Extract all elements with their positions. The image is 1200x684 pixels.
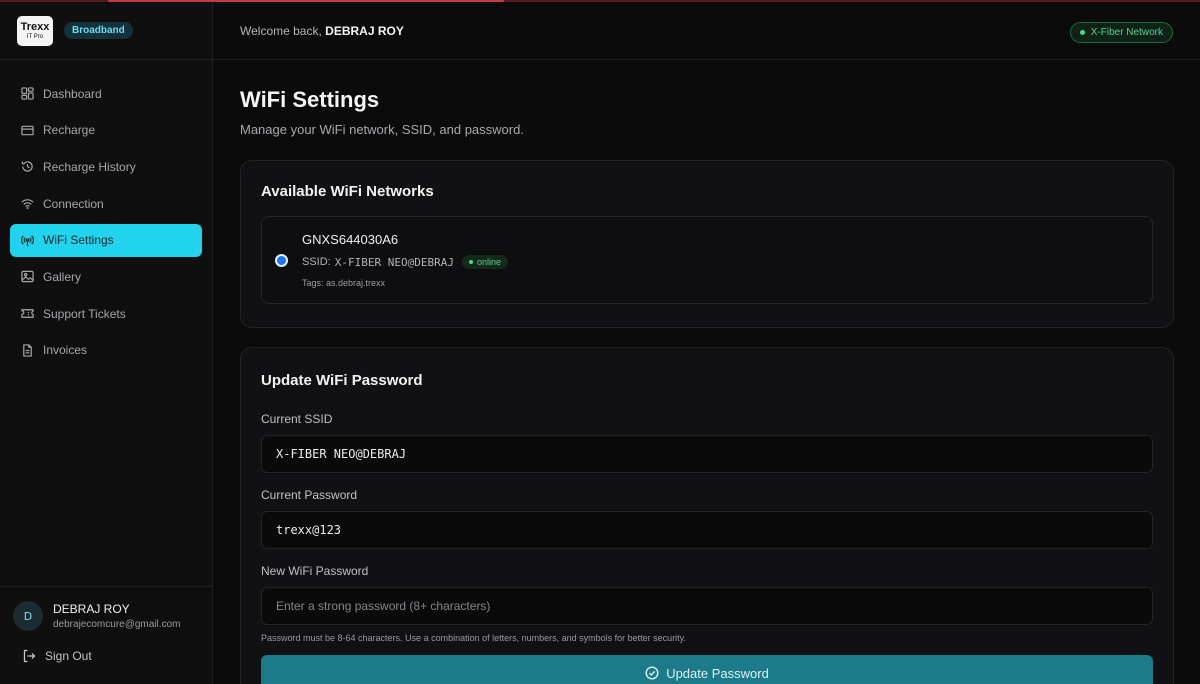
- card-title: Update WiFi Password: [261, 372, 423, 389]
- online-dot-icon: [468, 260, 473, 264]
- sidebar-item-label: Gallery: [43, 269, 82, 284]
- page-title: WiFi Settings: [240, 87, 380, 112]
- sign-out-icon: [23, 649, 36, 663]
- user-profile[interactable]: D DEBRAJ ROY debrajecomcure@gmail.com: [13, 601, 199, 631]
- network-ssid-row: SSID: X-FIBER NEO@DEBRAJ online: [302, 255, 508, 269]
- avatar: D: [13, 601, 43, 631]
- sidebar-item-support-tickets[interactable]: Support Tickets: [10, 297, 202, 330]
- history-icon: [20, 160, 34, 174]
- antenna-icon: [20, 233, 34, 247]
- sign-out-button[interactable]: Sign Out: [13, 649, 199, 663]
- sidebar: Trexx IT Pro Broadband Dashboard Recharg…: [0, 2, 213, 684]
- update-password-label: Update Password: [666, 665, 769, 681]
- update-password-card: Update WiFi Password Current SSID X-FIBE…: [240, 347, 1174, 684]
- network-status-badge: X-Fiber Network: [1069, 22, 1173, 43]
- user-panel: D DEBRAJ ROY debrajecomcure@gmail.com Si…: [0, 586, 212, 684]
- network-list-item[interactable]: GNXS644030A6 SSID: X-FIBER NEO@DEBRAJ on…: [261, 216, 1153, 304]
- welcome-message: Welcome back, DEBRAJ ROY: [240, 24, 404, 38]
- new-password-label: New WiFi Password: [261, 564, 369, 578]
- user-name: DEBRAJ ROY: [53, 602, 130, 616]
- current-password-field: trexx@123: [261, 511, 1153, 549]
- sidebar-item-label: Support Tickets: [43, 306, 126, 321]
- wifi-icon: [20, 197, 34, 211]
- sidebar-item-wifi-settings[interactable]: WiFi Settings: [10, 223, 202, 257]
- logo-subtext: IT Pro: [26, 33, 44, 40]
- sidebar-item-label: Recharge: [43, 123, 96, 138]
- status-dot-icon: [1079, 30, 1085, 35]
- sidebar-item-label: Connection: [43, 196, 104, 211]
- user-email: debrajecomcure@gmail.com: [53, 619, 181, 630]
- welcome-user-name: DEBRAJ ROY: [325, 23, 404, 38]
- sidebar-item-label: WiFi Settings: [43, 233, 114, 248]
- main-content: WiFi Settings Manage your WiFi network, …: [240, 60, 1174, 684]
- page-subtitle: Manage your WiFi network, SSID, and pass…: [240, 122, 524, 137]
- sidebar-item-recharge[interactable]: Recharge: [10, 114, 202, 147]
- sidebar-item-dashboard[interactable]: Dashboard: [10, 77, 202, 110]
- password-hint: Password must be 8-64 characters. Use a …: [261, 633, 687, 643]
- dashboard-icon: [20, 87, 34, 101]
- welcome-prefix: Welcome back,: [240, 23, 322, 38]
- sidebar-nav: Dashboard Recharge Recharge History Conn…: [0, 77, 212, 367]
- card-title: Available WiFi Networks: [261, 183, 434, 200]
- network-name: X-Fiber Network: [1090, 27, 1163, 38]
- sidebar-item-gallery[interactable]: Gallery: [10, 260, 202, 293]
- available-networks-card: Available WiFi Networks GNXS644030A6 SSI…: [240, 160, 1174, 328]
- brand-logo[interactable]: Trexx IT Pro: [17, 15, 53, 46]
- sidebar-item-label: Recharge History: [43, 159, 136, 174]
- status-badge: online: [461, 255, 508, 269]
- current-ssid-field: X-FIBER NEO@DEBRAJ: [261, 435, 1153, 473]
- check-circle-icon: [645, 666, 659, 680]
- logo-text: Trexx: [20, 20, 50, 33]
- network-name: GNXS644030A6: [302, 232, 399, 247]
- sidebar-item-connection[interactable]: Connection: [10, 187, 202, 220]
- current-ssid-label: Current SSID: [261, 412, 333, 426]
- sign-out-label: Sign Out: [45, 649, 92, 663]
- new-password-input[interactable]: Enter a strong password (8+ characters): [261, 587, 1153, 625]
- status-text: online: [476, 257, 501, 267]
- network-tags: Tags: as.debraj.trexx: [302, 278, 386, 288]
- sidebar-item-recharge-history[interactable]: Recharge History: [10, 150, 202, 183]
- ticket-icon: [20, 307, 34, 321]
- sidebar-item-label: Invoices: [43, 343, 88, 358]
- update-password-button[interactable]: Update Password: [261, 655, 1153, 684]
- brand-row: Trexx IT Pro Broadband: [0, 2, 212, 60]
- image-icon: [20, 270, 34, 284]
- sidebar-item-label: Dashboard: [43, 86, 102, 101]
- ssid-prefix: SSID:: [302, 256, 331, 268]
- network-radio[interactable]: [275, 254, 288, 267]
- broadband-badge: Broadband: [64, 22, 133, 39]
- ssid-value: X-FIBER NEO@DEBRAJ: [334, 255, 454, 269]
- card-icon: [20, 123, 34, 137]
- document-icon: [20, 343, 34, 357]
- sidebar-item-invoices[interactable]: Invoices: [10, 334, 202, 367]
- top-header: Welcome back, DEBRAJ ROY X-Fiber Network: [213, 2, 1200, 60]
- current-password-label: Current Password: [261, 488, 358, 502]
